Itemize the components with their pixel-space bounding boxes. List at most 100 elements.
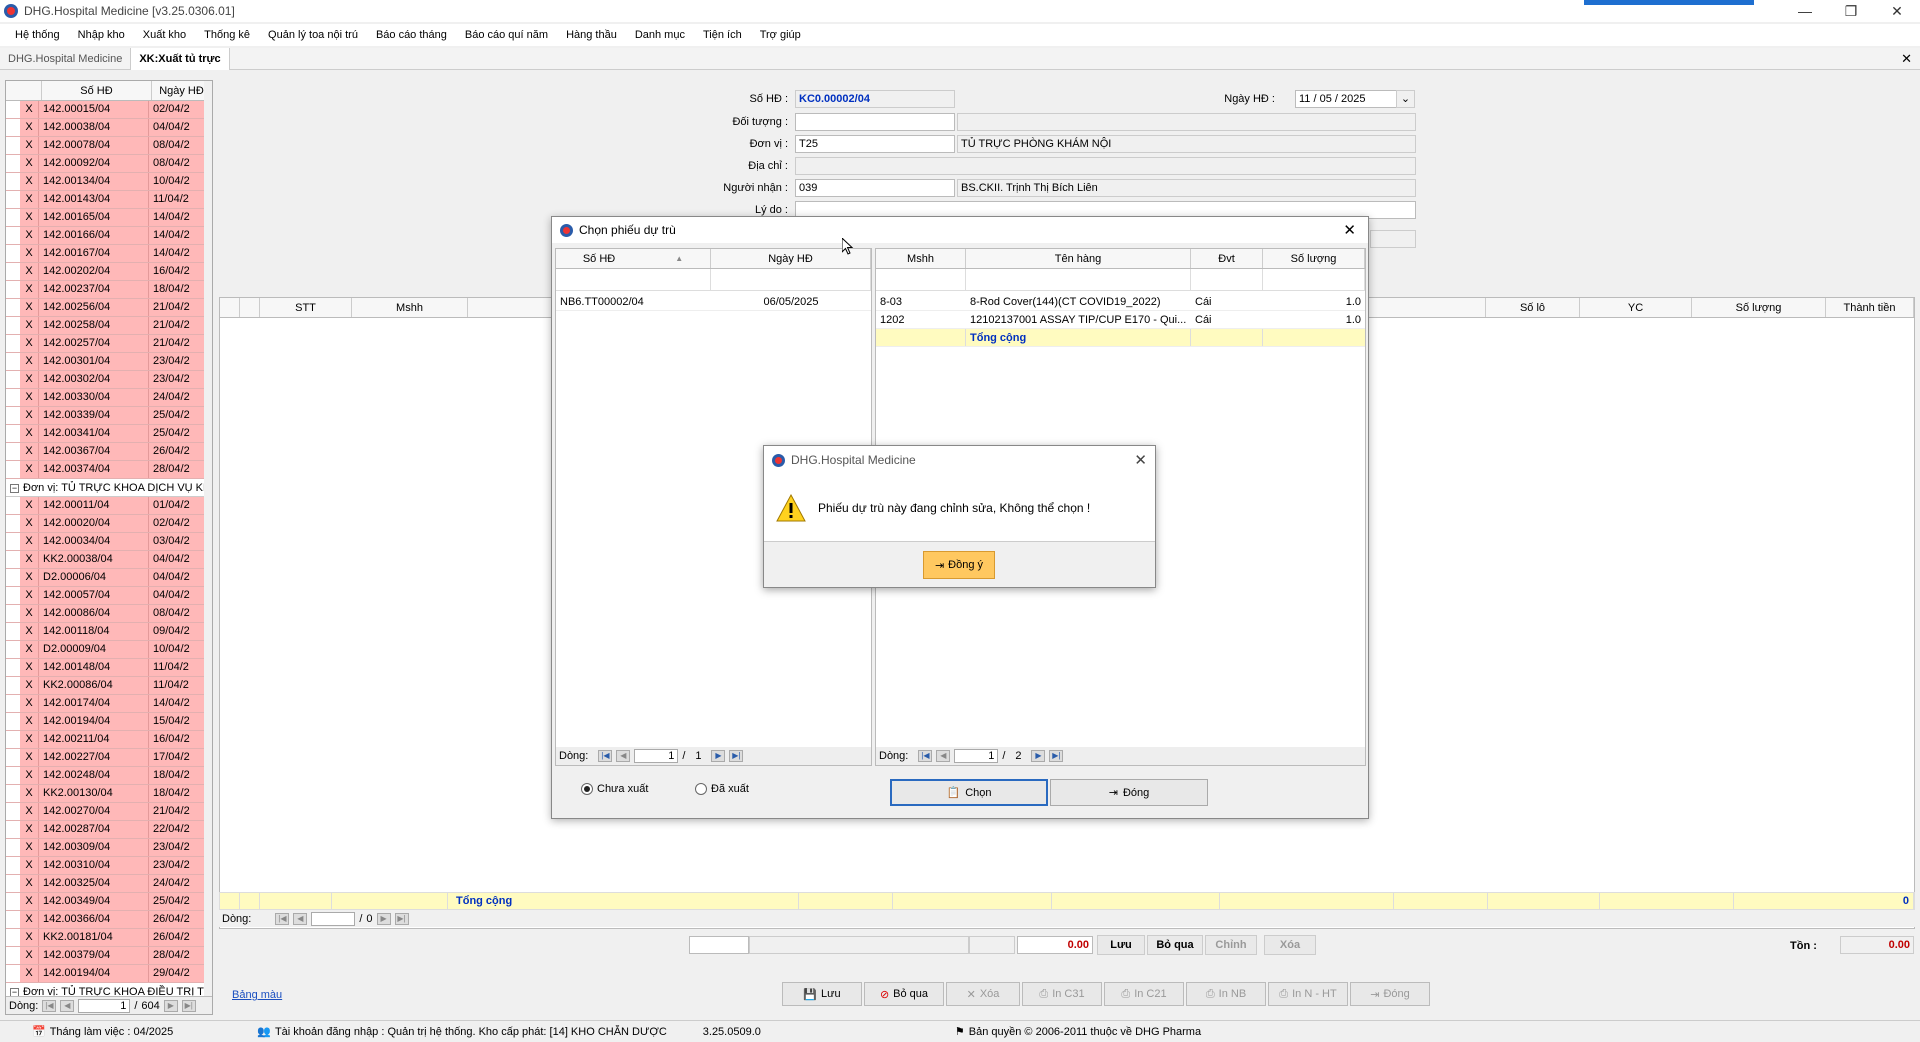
menu-hang-thau[interactable]: Hàng thầu: [557, 29, 626, 41]
dong-button[interactable]: ⇥ Đóng: [1350, 982, 1430, 1006]
table-row[interactable]: X 142.00202/04 16/04/2: [6, 263, 212, 281]
table-row[interactable]: X 142.00374/04 28/04/2: [6, 461, 212, 479]
table-row[interactable]: X 142.00257/04 21/04/2: [6, 335, 212, 353]
filter-so-hd[interactable]: [556, 269, 711, 290]
filter-ten-hang[interactable]: [966, 269, 1191, 290]
table-row[interactable]: X 142.00086/04 08/04/2: [6, 605, 212, 623]
next-page-icon[interactable]: ▶: [376, 912, 391, 925]
menu-bao-cao-qui-nam[interactable]: Báo cáo quí năm: [456, 29, 557, 41]
table-row[interactable]: X 142.00310/04 23/04/2: [6, 857, 212, 875]
col-so-luong[interactable]: Số lượng: [1263, 249, 1365, 268]
summary-xoa-button[interactable]: Xóa: [1264, 935, 1316, 955]
table-row[interactable]: X 142.00325/04 24/04/2: [6, 875, 212, 893]
table-row[interactable]: X 142.00301/04 23/04/2: [6, 353, 212, 371]
first-page-icon[interactable]: |◀: [275, 912, 290, 925]
last-page-icon[interactable]: ▶|: [181, 999, 196, 1012]
summary-bo-qua-button[interactable]: Bỏ qua: [1147, 935, 1203, 955]
table-row[interactable]: X 142.00118/04 09/04/2: [6, 623, 212, 641]
menu-tro-giup[interactable]: Trợ giúp: [751, 29, 810, 41]
prev-page-icon[interactable]: ◀: [616, 750, 631, 762]
date-dropdown-icon[interactable]: ⌄: [1396, 90, 1415, 108]
collapse-icon[interactable]: −: [10, 484, 19, 493]
table-row[interactable]: X 142.00038/04 04/04/2: [6, 119, 212, 137]
col-dvt[interactable]: Đvt: [1191, 249, 1263, 268]
col-so-hd[interactable]: Số HĐ ▲: [556, 249, 711, 268]
filter-mshh[interactable]: [876, 269, 966, 290]
next-page-icon[interactable]: ▶: [163, 999, 178, 1012]
bang-mau-link[interactable]: Bảng màu: [232, 989, 282, 1001]
col-stt[interactable]: STT: [260, 298, 352, 317]
table-row[interactable]: X 142.00020/04 02/04/2: [6, 515, 212, 533]
table-row[interactable]: X KK2.00086/04 11/04/2: [6, 677, 212, 695]
in-c31-button[interactable]: ⎙ In C31: [1022, 982, 1102, 1006]
nguoi-nhan-code[interactable]: 039: [795, 179, 955, 197]
dong-y-button[interactable]: ⇥ Đồng ý: [923, 551, 995, 579]
table-row[interactable]: X KK2.00130/04 18/04/2: [6, 785, 212, 803]
table-row[interactable]: X 142.00167/04 14/04/2: [6, 245, 212, 263]
menu-he-thong[interactable]: Hệ thống: [6, 29, 69, 41]
table-row[interactable]: X 142.00256/04 21/04/2: [6, 299, 212, 317]
next-page-icon[interactable]: ▶: [1031, 750, 1046, 762]
in-n-ht-button[interactable]: ⎙ In N - HT: [1268, 982, 1348, 1006]
table-row[interactable]: X 142.00258/04 21/04/2: [6, 317, 212, 335]
filter-so-luong[interactable]: [1263, 269, 1365, 290]
table-row[interactable]: X 142.00148/04 11/04/2: [6, 659, 212, 677]
table-row[interactable]: X KK2.00038/04 04/04/2: [6, 551, 212, 569]
table-row[interactable]: X 142.00174/04 14/04/2: [6, 695, 212, 713]
radio-unselected[interactable]: [695, 783, 707, 795]
prev-page-icon[interactable]: ◀: [293, 912, 308, 925]
in-c21-button[interactable]: ⎙ In C21: [1104, 982, 1184, 1006]
in-nb-button[interactable]: ⎙ In NB: [1186, 982, 1266, 1006]
table-row[interactable]: X 142.00248/04 18/04/2: [6, 767, 212, 785]
table-row[interactable]: X 142.00134/04 10/04/2: [6, 173, 212, 191]
col-mshh[interactable]: Mshh: [352, 298, 468, 317]
prev-page-icon[interactable]: ◀: [60, 999, 75, 1012]
col-ngay-hd[interactable]: Ngày HĐ: [152, 81, 212, 100]
col-so-luong[interactable]: Số lượng: [1692, 298, 1826, 317]
prev-page-icon[interactable]: ◀: [936, 750, 951, 762]
table-row[interactable]: X 142.00339/04 25/04/2: [6, 407, 212, 425]
col-so-lo[interactable]: Số lô: [1486, 298, 1580, 317]
table-row[interactable]: X 142.00330/04 24/04/2: [6, 389, 212, 407]
so-hd-field[interactable]: KC0.00002/04: [795, 90, 955, 108]
close-icon[interactable]: ✕: [1134, 451, 1147, 469]
table-row[interactable]: X D2.00009/04 10/04/2: [6, 641, 212, 659]
table-row[interactable]: X 142.00227/04 17/04/2: [6, 749, 212, 767]
table-row[interactable]: X 142.00078/04 08/04/2: [6, 137, 212, 155]
group-header[interactable]: − Đơn vị: TỦ TRỰC KHOA DỊCH VỤ KH: [6, 479, 212, 497]
table-row[interactable]: X 142.00015/04 02/04/2: [6, 101, 212, 119]
next-page-icon[interactable]: ▶: [711, 750, 726, 762]
radio-selected[interactable]: [581, 783, 593, 795]
close-tab-icon[interactable]: ✕: [1901, 51, 1912, 67]
close-icon[interactable]: ✕: [1874, 0, 1920, 22]
tab-xuat-tu-truc[interactable]: XK:Xuất tủ trực: [131, 47, 230, 70]
page-input[interactable]: 1: [78, 998, 131, 1013]
table-row[interactable]: X 142.00165/04 14/04/2: [6, 209, 212, 227]
menu-thong-ke[interactable]: Thống kê: [195, 29, 259, 41]
col-ten-hang[interactable]: Tên hàng: [966, 249, 1191, 268]
bo-qua-button[interactable]: ⊘ Bỏ qua: [864, 982, 944, 1006]
table-row[interactable]: X 142.00194/04 29/04/2: [6, 965, 212, 983]
table-row[interactable]: X 142.00367/04 26/04/2: [6, 443, 212, 461]
table-row[interactable]: 1202 12102137001 ASSAY TIP/CUP E170 - Qu…: [876, 311, 1365, 329]
close-icon[interactable]: ✕: [1343, 221, 1356, 239]
table-row[interactable]: X 142.00166/04 14/04/2: [6, 227, 212, 245]
menu-tien-ich[interactable]: Tiện ích: [694, 29, 751, 41]
first-page-icon[interactable]: |◀: [918, 750, 933, 762]
menu-danh-muc[interactable]: Danh mục: [626, 29, 694, 41]
table-row[interactable]: X 142.00011/04 01/04/2: [6, 497, 212, 515]
radio-chua-xuat[interactable]: Chưa xuất: [581, 783, 648, 795]
summary-luu-button[interactable]: Lưu: [1097, 935, 1145, 955]
chon-button[interactable]: 📋 Chọn: [890, 779, 1048, 806]
table-row[interactable]: X 142.00270/04 21/04/2: [6, 803, 212, 821]
table-row[interactable]: X 142.00194/04 15/04/2: [6, 713, 212, 731]
filter-dvt[interactable]: [1191, 269, 1263, 290]
minimize-icon[interactable]: —: [1782, 0, 1828, 22]
summary-field-1[interactable]: [689, 936, 749, 954]
table-row[interactable]: X 142.00211/04 16/04/2: [6, 731, 212, 749]
menu-nhap-kho[interactable]: Nhập kho: [69, 29, 134, 41]
last-page-icon[interactable]: ▶|: [729, 750, 744, 762]
table-row[interactable]: NB6.TT00002/04 06/05/2025: [556, 293, 871, 311]
col-so-hd[interactable]: Số HĐ: [42, 81, 152, 100]
filter-ngay-hd[interactable]: [711, 269, 871, 290]
